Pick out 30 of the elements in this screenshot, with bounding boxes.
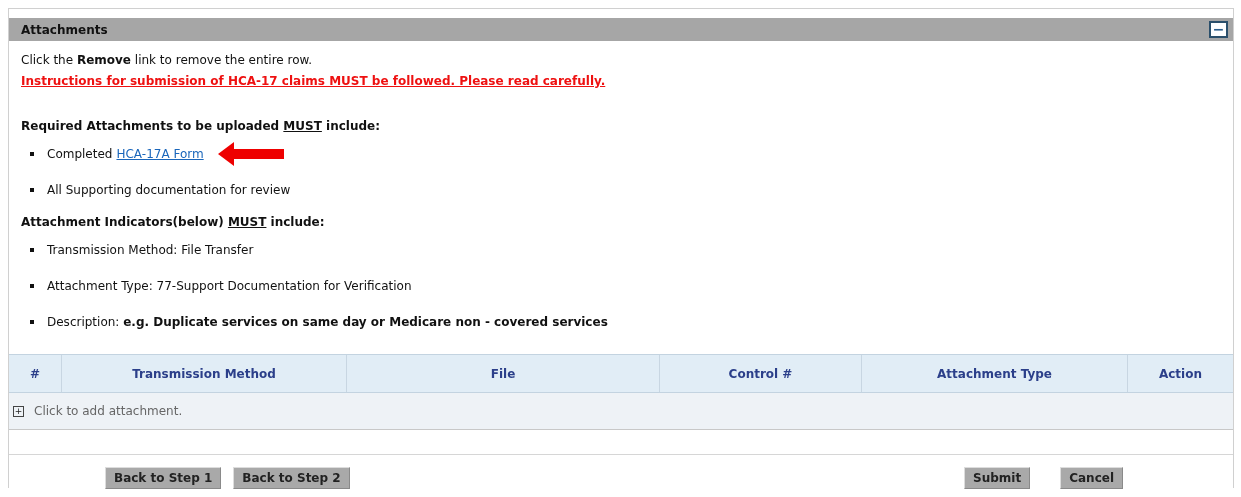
bullet-icon: [30, 320, 34, 324]
panel-title: Attachments: [21, 22, 108, 37]
section-heading: Attachment Indicators(below) MUST include:: [21, 214, 326, 231]
column-header: Attachment Type: [861, 355, 1127, 392]
add-row[interactable]: + Click to add attachment.: [9, 393, 1233, 430]
form-link[interactable]: HCA-17A Form: [116, 147, 204, 161]
bullet-icon: [30, 152, 34, 156]
intro-text: Click the Remove link to remove the entire row.: [21, 52, 314, 69]
column-header: File: [346, 355, 659, 392]
section-heading: Required Attachments to be uploaded MUST include:: [21, 118, 381, 135]
column-header: Control #: [659, 355, 861, 392]
bullet-icon: [30, 284, 34, 288]
column-header: #: [28, 365, 42, 383]
column-header: Transmission Method: [61, 355, 346, 392]
cancel-button[interactable]: Cancel: [1060, 467, 1123, 489]
item-text: Transmission Method: File Transfer: [47, 243, 254, 257]
item-text: Attachment Type: 77-Support Documentation for Verification: [47, 279, 412, 293]
bullet-icon: [30, 188, 34, 192]
item-text: Description: e.g. Duplicate services on same day or Medicare non - covered services: [47, 315, 608, 329]
collapse-button[interactable]: −: [1209, 21, 1228, 38]
item-text: Completed: [47, 147, 113, 161]
submit-button[interactable]: Submit: [964, 467, 1031, 489]
back-button[interactable]: Back to Step 2: [233, 467, 350, 489]
add-row-text: Click to add attachment.: [34, 404, 183, 418]
back-button[interactable]: Back to Step 1: [105, 467, 222, 489]
expand-icon: +: [13, 405, 24, 417]
item-text: All Supporting documentation for review: [47, 183, 291, 197]
instructions-link[interactable]: Instructions for submission of HCA-17 claims MUST be followed. Please read carefully.: [21, 70, 1221, 92]
column-header: Action: [1127, 355, 1233, 392]
bullet-icon: [30, 248, 34, 252]
